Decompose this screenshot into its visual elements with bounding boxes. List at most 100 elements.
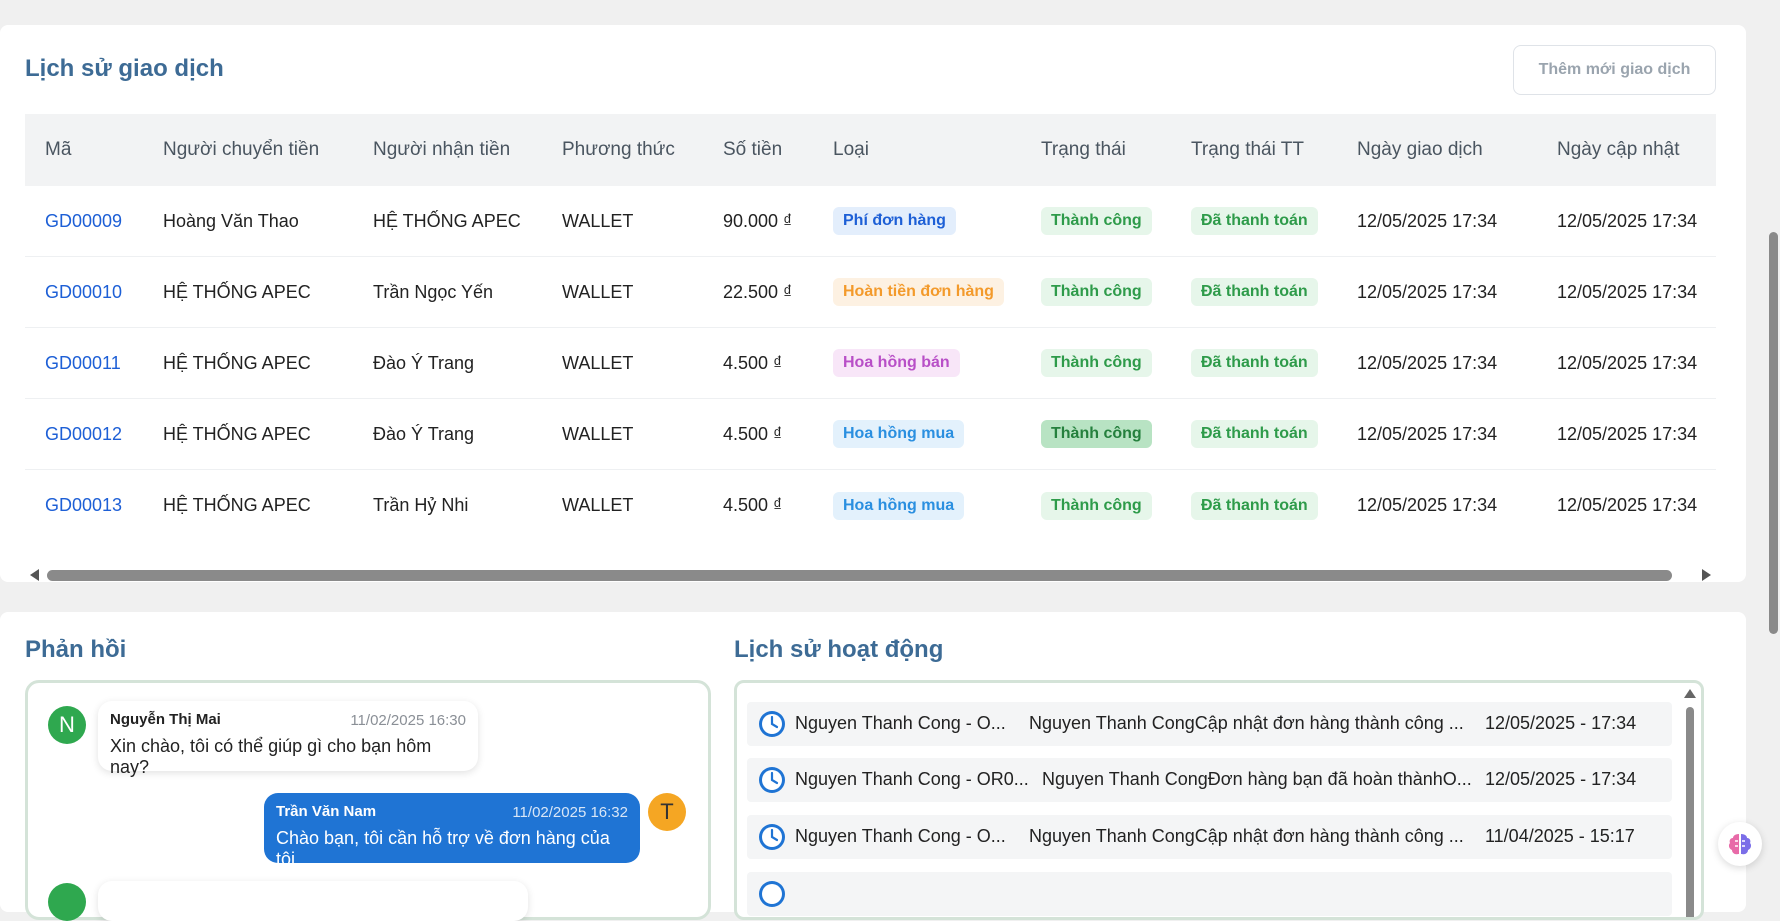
message-time: 11/02/2025 16:30 [350, 712, 466, 729]
receiver-cell: Đào Ý Trang [373, 423, 475, 444]
status-badge: Thành công [1041, 207, 1152, 235]
activity-description: Nguyen Thanh CongCập nhật đơn hàng thành… [1029, 826, 1464, 846]
clock-icon [759, 824, 785, 850]
scrollbar-thumb[interactable] [1769, 232, 1778, 634]
col-method[interactable]: Phương thức [562, 139, 675, 161]
message-text: Chào bạn, tôi cần hỗ trợ về đơn hàng của… [276, 828, 610, 869]
page-vertical-scrollbar[interactable] [1767, 0, 1780, 889]
activity-description: Nguyen Thanh CongCập nhật đơn hàng thành… [1029, 713, 1464, 733]
transactions-table: Mã Người chuyển tiền Người nhận tiền Phư… [25, 114, 1716, 541]
sender-cell: HỆ THỐNG APEC [163, 281, 311, 302]
updated-cell: 12/05/2025 17:34 [1557, 423, 1698, 444]
table-row[interactable]: GD00013 HỆ THỐNG APEC Trần Hỷ Nhi WALLET… [25, 470, 1716, 541]
method-cell: WALLET [562, 495, 634, 515]
receiver-cell: Trần Hỷ Nhi [373, 495, 469, 515]
scrollbar-thumb[interactable] [47, 570, 1672, 581]
updated-cell: 12/05/2025 17:34 [1557, 352, 1698, 373]
transaction-code-link[interactable]: GD00012 [45, 424, 122, 445]
col-amount[interactable]: Số tiền [723, 139, 782, 161]
message-text: Xin chào, tôi có thể giúp gì cho bạn hôm… [110, 736, 432, 777]
method-cell: WALLET [562, 423, 634, 444]
updated-cell: 12/05/2025 17:34 [1557, 210, 1698, 231]
avatar: N [48, 706, 86, 744]
activity-title: Lịch sử hoạt động [734, 636, 944, 663]
sender-cell: HỆ THỐNG APEC [163, 423, 311, 444]
sender-cell: HỆ THỐNG APEC [163, 352, 311, 373]
col-pay-status[interactable]: Trạng thái TT [1191, 139, 1304, 161]
created-cell: 12/05/2025 17:34 [1357, 423, 1498, 444]
created-cell: 12/05/2025 17:34 [1357, 495, 1498, 515]
type-badge: Phí đơn hàng [833, 207, 956, 235]
scroll-up-arrow-icon[interactable] [1684, 689, 1696, 698]
amount-cell: 4.500 ₫ [723, 423, 783, 444]
scroll-right-arrow-icon[interactable] [1702, 569, 1711, 581]
col-code[interactable]: Mã [45, 139, 71, 161]
table-row[interactable]: GD00012 HỆ THỐNG APEC Đào Ý Trang WALLET… [25, 399, 1716, 470]
transaction-code-link[interactable]: GD00010 [45, 282, 122, 303]
feedback-chat[interactable]: N Nguyễn Thị Mai 11/02/2025 16:30 Xin ch… [25, 680, 711, 921]
receiver-cell: HỆ THỐNG APEC [373, 210, 521, 231]
status-badge: Thành công [1041, 349, 1152, 377]
pay-status-badge: Đã thanh toán [1191, 491, 1318, 520]
list-item[interactable]: Nguyen Thanh Cong - O... Nguyen Thanh Co… [747, 815, 1672, 859]
pay-status-badge: Đã thanh toán [1191, 207, 1318, 235]
list-item[interactable] [747, 872, 1672, 916]
method-cell: WALLET [562, 281, 634, 302]
brain-icon [1728, 834, 1752, 855]
table-row[interactable]: GD00010 HỆ THỐNG APEC Trần Ngọc Yến WALL… [25, 257, 1716, 328]
amount-cell: 90.000 ₫ [723, 210, 793, 231]
method-cell: WALLET [562, 210, 634, 231]
table-header: Mã Người chuyển tiền Người nhận tiền Phư… [25, 114, 1716, 186]
transactions-card: Lịch sử giao dịch Thêm mới giao dịch Mã … [0, 25, 1746, 582]
status-badge: Thành công [1041, 420, 1152, 448]
avatar: T [648, 793, 686, 831]
message-bubble: Trần Văn Nam 11/02/2025 16:32 Chào bạn, … [264, 793, 640, 869]
activity-description: Nguyen Thanh CongĐơn hàng bạn đã hoàn th… [1042, 769, 1472, 789]
col-type[interactable]: Loại [833, 139, 869, 161]
col-updated[interactable]: Ngày cập nhật [1557, 139, 1680, 161]
message-time: 11/02/2025 16:32 [512, 804, 628, 821]
amount-cell: 4.500 ₫ [723, 352, 783, 373]
method-cell: WALLET [562, 352, 634, 373]
sender-cell: HỆ THỐNG APEC [163, 495, 311, 515]
type-badge: Hoa hồng mua [833, 491, 965, 520]
clock-icon [759, 711, 785, 737]
created-cell: 12/05/2025 17:34 [1357, 352, 1498, 373]
transaction-code-link[interactable]: GD00013 [45, 495, 122, 516]
created-cell: 12/05/2025 17:34 [1357, 210, 1498, 231]
add-transaction-button[interactable]: Thêm mới giao dịch [1513, 45, 1716, 95]
pay-status-badge: Đã thanh toán [1191, 420, 1318, 448]
pay-status-badge: Đã thanh toán [1191, 349, 1318, 377]
activity-actor: Nguyen Thanh Cong - OR0... [795, 769, 1029, 789]
table-row[interactable]: GD00011 HỆ THỐNG APEC Đào Ý Trang WALLET… [25, 328, 1716, 399]
activity-time: 12/05/2025 - 17:34 [1485, 713, 1637, 733]
receiver-cell: Trần Ngọc Yến [373, 281, 494, 302]
type-badge: Hoàn tiền đơn hàng [833, 278, 1004, 306]
col-receiver[interactable]: Người nhận tiền [373, 139, 510, 161]
col-sender[interactable]: Người chuyển tiền [163, 139, 319, 161]
col-created[interactable]: Ngày giao dịch [1357, 139, 1483, 161]
feedback-activity-card: Phản hồi Lịch sử hoạt động N Nguyễn Thị … [0, 612, 1746, 921]
amount-cell: 4.500 ₫ [723, 495, 783, 515]
table-row[interactable]: GD00009 Hoàng Văn Thao HỆ THỐNG APEC WAL… [25, 186, 1716, 257]
table-horizontal-scrollbar[interactable] [25, 567, 1716, 583]
pay-status-badge: Đã thanh toán [1191, 278, 1318, 306]
status-badge: Thành công [1041, 491, 1152, 520]
scroll-left-arrow-icon[interactable] [30, 569, 39, 581]
status-badge: Thành công [1041, 278, 1152, 306]
list-item[interactable]: Nguyen Thanh Cong - O... Nguyen Thanh Co… [747, 702, 1672, 746]
list-item[interactable]: Nguyen Thanh Cong - OR0... Nguyen Thanh … [747, 758, 1672, 802]
activity-log[interactable]: Nguyen Thanh Cong - O... Nguyen Thanh Co… [734, 680, 1704, 920]
scrollbar-thumb[interactable] [1686, 707, 1694, 917]
activity-time: 11/04/2025 - 15:17 [1485, 826, 1635, 846]
updated-cell: 12/05/2025 17:34 [1557, 495, 1698, 515]
ai-assistant-button[interactable] [1718, 822, 1762, 866]
updated-cell: 12/05/2025 17:34 [1557, 281, 1698, 302]
transaction-code-link[interactable]: GD00011 [45, 353, 121, 374]
activity-scrollbar[interactable] [1683, 683, 1697, 917]
type-badge: Hoa hồng mua [833, 420, 965, 448]
activity-actor: Nguyen Thanh Cong - O... [795, 826, 1006, 846]
col-status[interactable]: Trạng thái [1041, 139, 1126, 161]
clock-icon [759, 767, 785, 793]
transaction-code-link[interactable]: GD00009 [45, 211, 122, 232]
